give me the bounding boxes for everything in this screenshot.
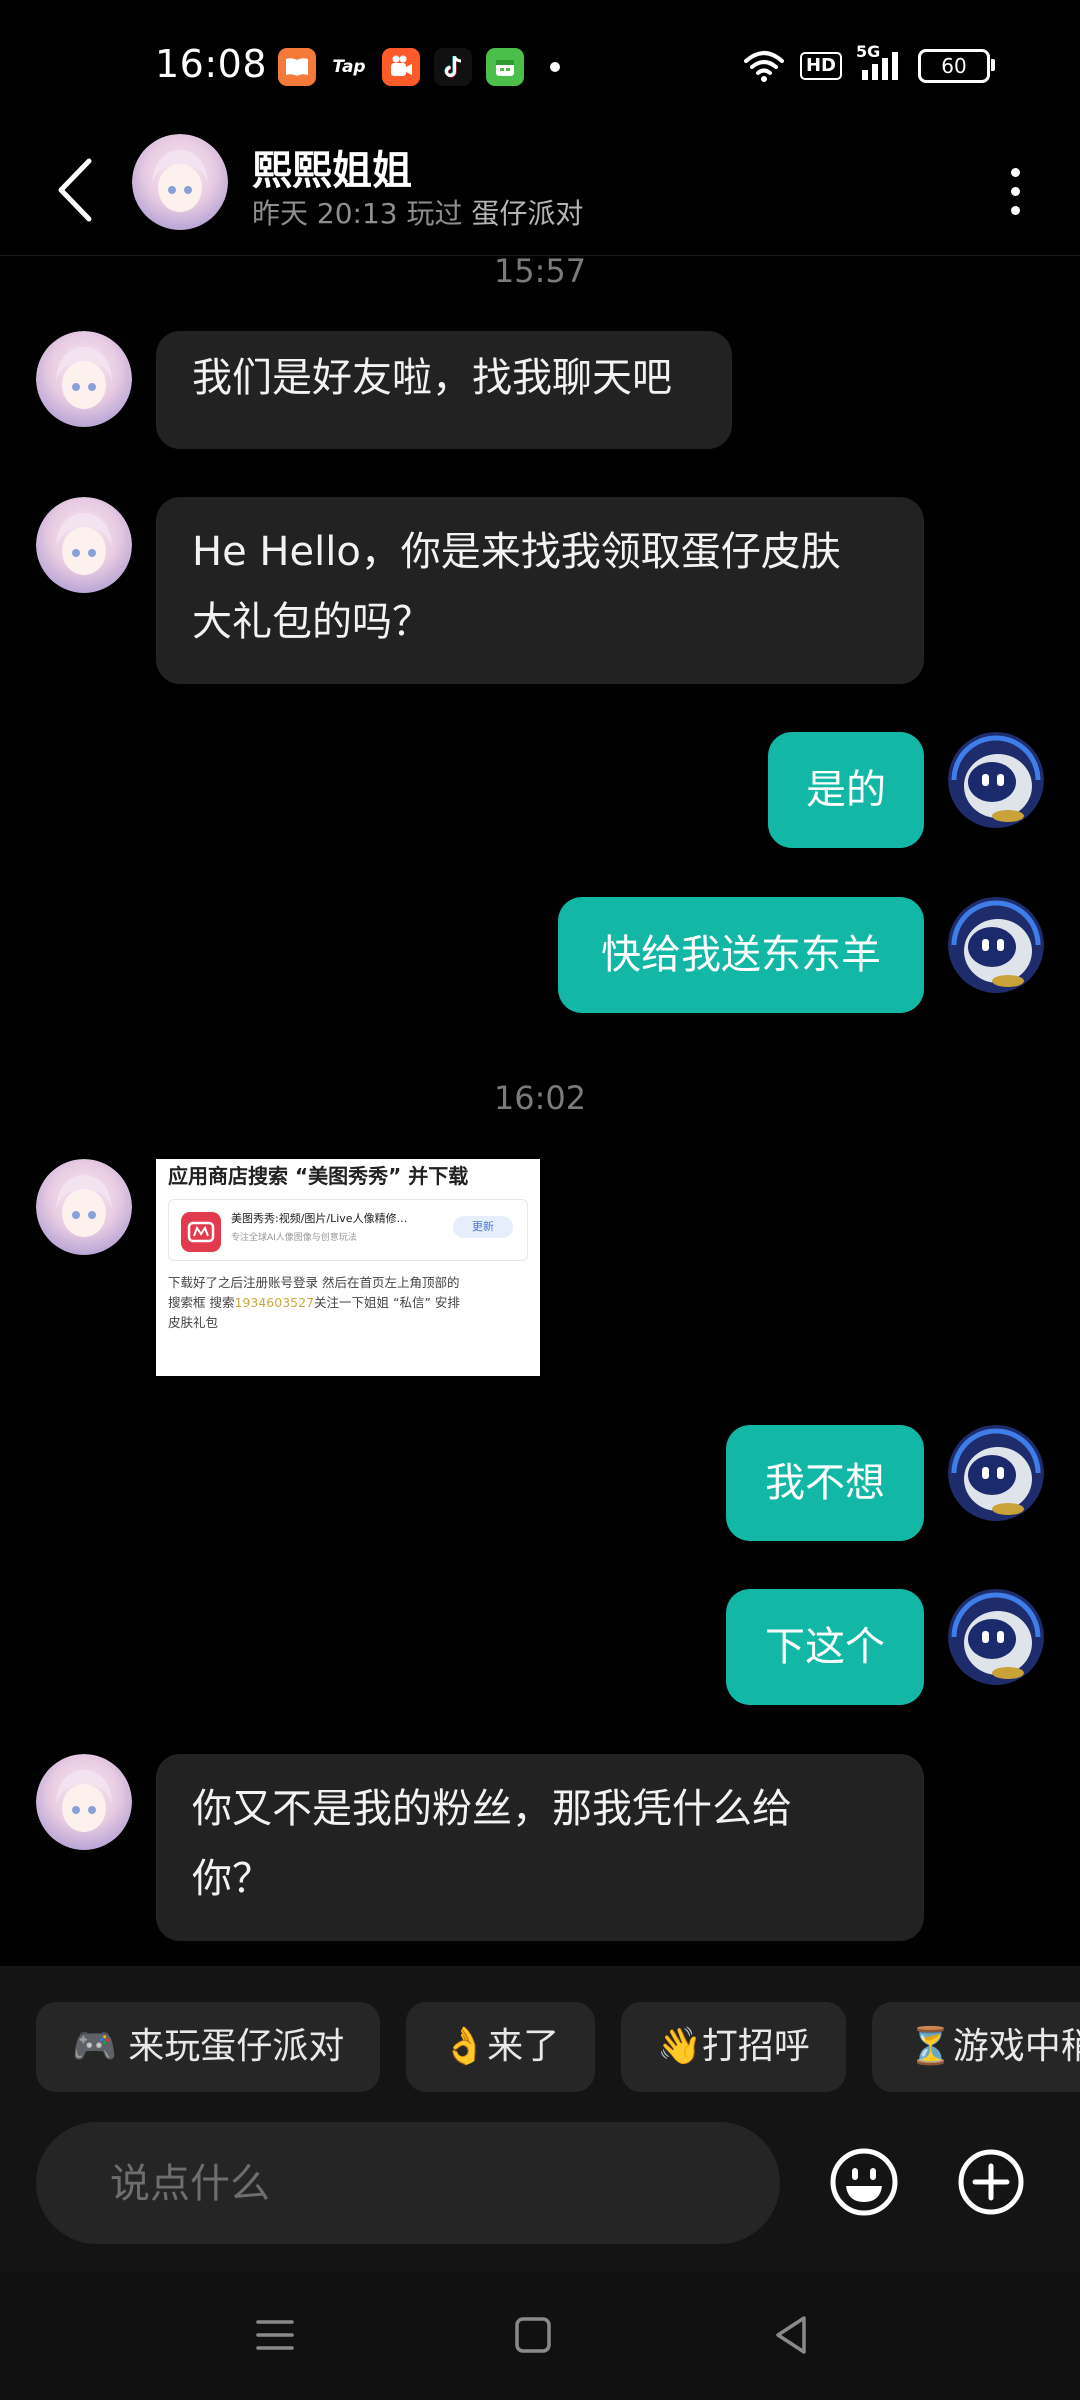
message-input[interactable] — [108, 2122, 752, 2246]
image-message[interactable]: 应用商店搜索 “美图秀秀” 并下载 美图秀秀:视频/图片/Live人像精修...… — [156, 1159, 540, 1376]
last-played-text: 昨天 20:13 玩过 — [252, 197, 463, 230]
status-system-icons: HD 5G 60 — [742, 42, 995, 84]
more-dot-icon — [1010, 186, 1020, 196]
status-notification-icons: Tap — [278, 48, 560, 86]
incoming-message[interactable]: He Hello，你是来找我领取蛋仔皮肤 大礼包的吗？ — [156, 497, 924, 684]
quick-reply-chip[interactable]: 👋打招呼 — [621, 2002, 846, 2092]
quick-reply-chip[interactable]: ⏳游戏中稍 — [871, 2002, 1080, 2092]
contact-avatar[interactable] — [132, 134, 228, 230]
more-dot-icon — [1010, 205, 1020, 215]
image-desc-link: 1934603527 — [234, 1295, 315, 1310]
message-input-box[interactable] — [36, 2122, 780, 2246]
outgoing-message[interactable]: 是的 — [768, 732, 924, 848]
my-avatar[interactable] — [948, 732, 1044, 828]
tiktok-app-icon — [434, 48, 472, 86]
nav-home-button[interactable] — [508, 2310, 558, 2360]
message-text-line: 大礼包的吗？ — [192, 599, 432, 645]
image-desc-text: 搜索框 搜索 — [168, 1295, 235, 1310]
chat-timestamp: 15:57 — [493, 252, 587, 290]
image-description: 下载好了之后注册账号登录 然后在首页左上角顶部的 搜索框 搜索193460352… — [168, 1273, 528, 1333]
signal-icon: 5G — [856, 42, 904, 84]
incoming-message[interactable]: 我们是好友啦，找我聊天吧 — [156, 331, 732, 449]
outgoing-message[interactable]: 快给我送东东羊 — [558, 897, 924, 1013]
tap-app-icon: Tap — [330, 48, 368, 86]
nav-back-button[interactable] — [766, 2310, 816, 2360]
contact-avatar[interactable] — [36, 1159, 132, 1255]
app-card: 美图秀秀:视频/图片/Live人像精修... 专注全球AI人像图像与创意玩法 更… — [168, 1199, 528, 1261]
my-avatar[interactable] — [948, 1425, 1044, 1521]
smiley-icon — [830, 2148, 898, 2216]
quick-reply-chip[interactable]: 🎮 来玩蛋仔派对 — [36, 2002, 381, 2092]
message-text: 我们是好友啦，找我聊天吧 — [192, 355, 672, 401]
image-desc-text: 关注一下姐姐 “私信” 安排 — [314, 1295, 460, 1310]
app-name: 美图秀秀:视频/图片/Live人像精修... — [231, 1212, 408, 1225]
contact-avatar[interactable] — [36, 497, 132, 593]
status-bar: 16:08 Tap HD 5G 60 — [0, 0, 1080, 130]
quick-reply-chip[interactable]: 👌来了 — [406, 2002, 596, 2092]
back-arrow-icon — [58, 158, 92, 222]
message-text: 我不想 — [765, 1460, 885, 1506]
more-dot-icon — [1010, 167, 1020, 177]
contact-status: 昨天 20:13 玩过 蛋仔派对 — [252, 192, 583, 232]
meitu-logo-icon — [181, 1212, 221, 1252]
home-square-icon — [515, 2317, 551, 2353]
image-desc-line: 下载好了之后注册账号登录 然后在首页左上角顶部的 — [168, 1275, 460, 1290]
message-text-line: 你？ — [192, 1856, 272, 1902]
hd-badge: HD — [799, 52, 842, 80]
emoji-button[interactable] — [828, 2146, 900, 2218]
my-avatar[interactable] — [948, 897, 1044, 993]
battery-icon: 60 — [918, 49, 995, 83]
kuaishou-app-icon — [382, 48, 420, 86]
calendar-app-icon — [486, 48, 524, 86]
menu-icon — [256, 2320, 294, 2350]
plus-circle-icon — [958, 2149, 1024, 2215]
outgoing-message[interactable]: 我不想 — [726, 1425, 924, 1541]
contact-avatar[interactable] — [36, 1754, 132, 1850]
outgoing-message[interactable]: 下这个 — [726, 1589, 924, 1705]
image-title: 应用商店搜索 “美图秀秀” 并下载 — [168, 1164, 469, 1188]
message-text: 快给我送东东羊 — [601, 932, 881, 978]
chat-header: 熙熙姐姐 昨天 20:13 玩过 蛋仔派对 — [0, 130, 1080, 256]
quick-reply-bar: 🎮 来玩蛋仔派对 👌来了 👋打招呼 ⏳游戏中稍 — [36, 2002, 1080, 2092]
book-app-icon — [278, 48, 316, 86]
wifi-icon — [743, 51, 784, 82]
system-navigation-bar — [0, 2272, 1080, 2400]
battery-level: 60 — [941, 54, 967, 78]
message-text-line: He Hello，你是来找我领取蛋仔皮肤 — [192, 529, 841, 575]
message-text: 是的 — [806, 767, 886, 813]
message-text: 下这个 — [765, 1624, 885, 1670]
my-avatar[interactable] — [948, 1589, 1044, 1685]
add-attachment-button[interactable] — [955, 2146, 1027, 2218]
game-name[interactable]: 蛋仔派对 — [471, 197, 583, 230]
status-time: 16:08 — [155, 42, 268, 86]
image-desc-line: 搜索框 搜索1934603527关注一下姐姐 “私信” 安排 — [168, 1293, 528, 1313]
more-notifications-dot — [550, 62, 560, 72]
contact-name: 熙熙姐姐 — [252, 148, 412, 194]
app-desc: 专注全球AI人像图像与创意玩法 — [231, 1233, 357, 1243]
back-button[interactable] — [40, 150, 110, 230]
message-text-line: 你又不是我的粉丝，那我凭什么给 — [192, 1786, 792, 1832]
more-options-button[interactable] — [990, 156, 1040, 226]
contact-avatar[interactable] — [36, 331, 132, 427]
image-desc-line: 皮肤礼包 — [168, 1315, 219, 1330]
update-button: 更新 — [453, 1216, 513, 1238]
incoming-message[interactable]: 你又不是我的粉丝，那我凭什么给 你？ — [156, 1754, 924, 1941]
back-triangle-icon — [776, 2316, 806, 2354]
chat-timestamp: 16:02 — [493, 1079, 587, 1117]
nav-menu-button[interactable] — [250, 2310, 300, 2360]
